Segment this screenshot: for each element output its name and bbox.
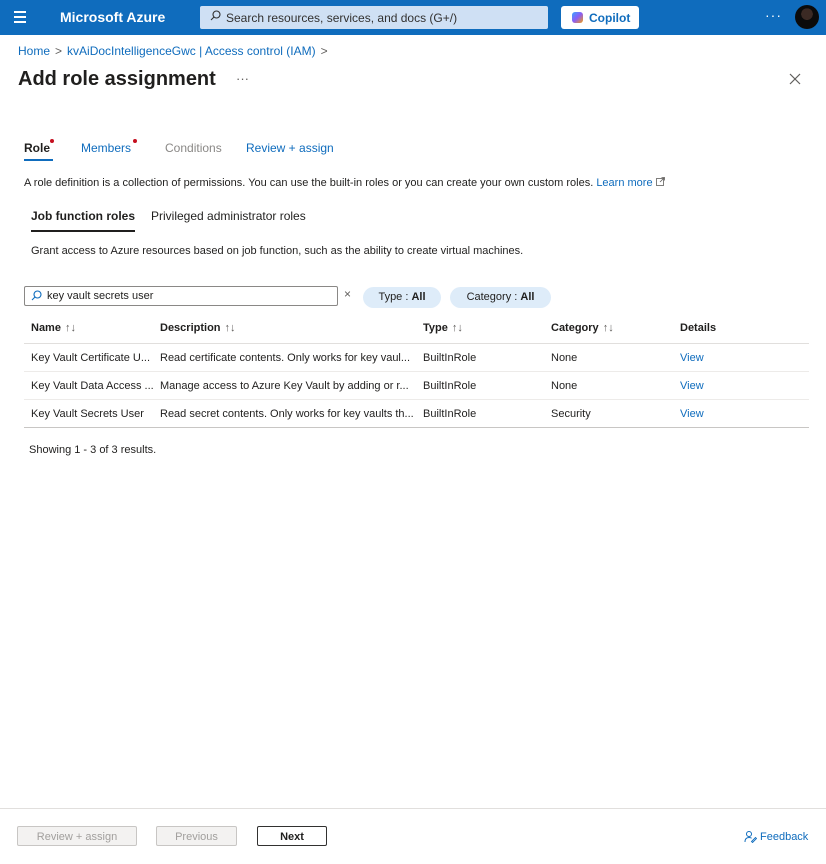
- breadcrumb: Home > kvAiDocIntelligenceGwc | Access con…: [18, 44, 333, 58]
- role-type: BuiltInRole: [423, 380, 477, 392]
- role-category: None: [551, 352, 578, 364]
- table-row[interactable]: Key Vault Data Access ... Manage access …: [24, 372, 809, 400]
- role-category: Security: [551, 408, 591, 420]
- roles-table: Name ↑↓ Description ↑↓ Type ↑↓ Category ↑↓ D…: [24, 318, 809, 428]
- column-header-name[interactable]: Name ↑↓: [31, 322, 76, 334]
- feedback-icon: [744, 831, 758, 844]
- role-name: Key Vault Certificate U...: [31, 352, 151, 364]
- column-header-description[interactable]: Description ↑↓: [160, 322, 236, 334]
- learn-more-link[interactable]: Learn more: [596, 177, 665, 189]
- tab-role-label: Role: [24, 141, 51, 155]
- type-filter-label: Type :: [378, 291, 412, 303]
- role-search-value: key vault secrets user: [47, 290, 154, 302]
- role-description-cell: Manage access to Azure Key Vault by addi…: [160, 380, 409, 392]
- brand-name[interactable]: Microsoft Azure: [60, 9, 165, 25]
- breadcrumb-home[interactable]: Home: [18, 44, 50, 58]
- category-filter-value: All: [520, 291, 535, 303]
- tab-review-assign[interactable]: Review + assign: [246, 141, 334, 155]
- column-header-type[interactable]: Type ↑↓: [423, 322, 463, 334]
- results-count: Showing 1 - 3 of 3 results.: [29, 444, 157, 456]
- copilot-icon: [572, 12, 583, 23]
- required-dot: [50, 139, 54, 143]
- sort-icon[interactable]: ↑↓: [65, 322, 76, 334]
- previous-button[interactable]: Previous: [156, 826, 237, 846]
- footer-divider: [0, 808, 826, 809]
- next-button[interactable]: Next: [257, 826, 327, 846]
- more-options-icon[interactable]: ···: [765, 7, 782, 23]
- sort-icon[interactable]: ↑↓: [225, 322, 236, 334]
- page-title: Add role assignment: [18, 68, 216, 90]
- category-filter-label: Category :: [466, 291, 521, 303]
- tab-conditions[interactable]: Conditions: [165, 141, 222, 155]
- search-icon: [210, 10, 221, 24]
- column-type-label: Type: [423, 322, 448, 334]
- breadcrumb-resource[interactable]: kvAiDocIntelligenceGwc | Access control …: [67, 44, 316, 58]
- tab-conditions-label: Conditions: [165, 141, 222, 155]
- table-row[interactable]: Key Vault Secrets User Read secret conte…: [24, 400, 809, 428]
- role-category: None: [551, 380, 578, 392]
- tab-members-label: Members: [81, 141, 132, 155]
- type-filter-value: All: [411, 291, 426, 303]
- tab-members[interactable]: Members: [81, 139, 137, 155]
- column-header-category[interactable]: Category ↑↓: [551, 322, 614, 334]
- hamburger-menu-icon[interactable]: [14, 11, 28, 23]
- global-search-input[interactable]: Search resources, services, and docs (G+…: [200, 6, 548, 29]
- search-icon: [31, 290, 42, 304]
- role-name: Key Vault Secrets User: [31, 408, 144, 420]
- table-header: Name ↑↓ Description ↑↓ Type ↑↓ Category ↑↓ D…: [24, 318, 809, 344]
- category-filter-pill[interactable]: Category : All: [450, 287, 551, 308]
- view-details-link[interactable]: View: [680, 408, 704, 420]
- tab-job-function-roles[interactable]: Job function roles: [31, 209, 136, 232]
- tab-role[interactable]: Role: [24, 139, 54, 161]
- role-search-input[interactable]: key vault secrets user: [24, 286, 338, 306]
- copilot-button[interactable]: Copilot: [561, 6, 639, 29]
- chevron-right-icon: >: [55, 44, 63, 58]
- role-name: Key Vault Data Access ...: [31, 380, 154, 392]
- view-details-link[interactable]: View: [680, 380, 704, 392]
- column-category-label: Category: [551, 322, 599, 334]
- sort-icon[interactable]: ↑↓: [603, 322, 614, 334]
- table-row[interactable]: Key Vault Certificate U... Read certific…: [24, 344, 809, 372]
- required-dot: [133, 139, 137, 143]
- role-type: BuiltInRole: [423, 408, 477, 420]
- feedback-label: Feedback: [760, 831, 809, 843]
- role-description-cell: Read certificate contents. Only works fo…: [160, 352, 411, 364]
- review-assign-button[interactable]: Review + assign: [17, 826, 137, 846]
- sort-icon[interactable]: ↑↓: [452, 322, 463, 334]
- column-header-details: Details: [680, 322, 717, 334]
- copilot-label: Copilot: [589, 11, 631, 25]
- clear-search-icon[interactable]: ×: [344, 287, 351, 301]
- avatar[interactable]: [795, 5, 819, 29]
- role-description: A role definition is a collection of per…: [24, 177, 665, 189]
- external-link-icon: [655, 177, 665, 186]
- role-type: BuiltInRole: [423, 352, 477, 364]
- role-description-cell: Read secret contents. Only works for key…: [160, 408, 414, 420]
- column-description-label: Description: [160, 322, 221, 334]
- page-more-icon[interactable]: ···: [236, 71, 249, 86]
- role-description-text: A role definition is a collection of per…: [24, 177, 597, 189]
- chevron-right-icon: >: [320, 44, 328, 58]
- feedback-link[interactable]: Feedback: [744, 830, 809, 844]
- learn-more-label: Learn more: [596, 177, 653, 189]
- grant-access-text: Grant access to Azure resources based on…: [31, 245, 524, 257]
- tab-review-assign-label: Review + assign: [246, 141, 334, 155]
- top-bar: Microsoft Azure Search resources, servic…: [0, 0, 826, 35]
- search-placeholder: Search resources, services, and docs (G+…: [226, 11, 458, 25]
- close-icon[interactable]: [786, 70, 804, 88]
- column-name-label: Name: [31, 322, 61, 334]
- tab-privileged-admin-roles[interactable]: Privileged administrator roles: [151, 209, 306, 223]
- view-details-link[interactable]: View: [680, 352, 704, 364]
- type-filter-pill[interactable]: Type : All: [363, 287, 441, 308]
